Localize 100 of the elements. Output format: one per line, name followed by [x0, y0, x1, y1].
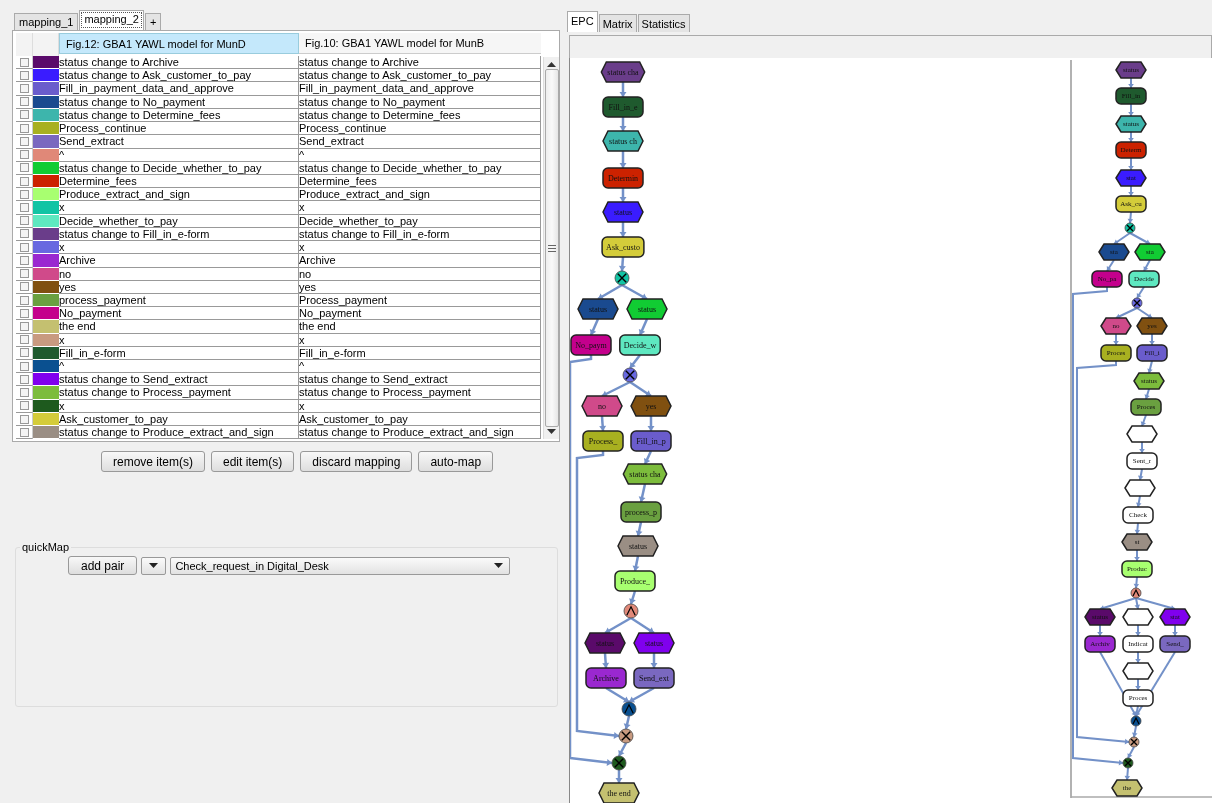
flow-arrow [629, 380, 652, 398]
function-node: Fill_in_p [630, 430, 672, 452]
table-cell: x [299, 241, 541, 255]
event-node: status [577, 298, 619, 320]
row-checkbox[interactable] [19, 269, 29, 279]
table-cell: Fill_in_e-form [299, 346, 541, 361]
grip-icon [547, 244, 556, 252]
row-checkbox[interactable] [19, 150, 29, 160]
row-checkbox[interactable] [19, 97, 29, 107]
row-checkbox[interactable] [19, 335, 29, 345]
row-checkbox[interactable] [19, 189, 29, 199]
dropdown-button[interactable] [141, 556, 167, 575]
row-checkbox[interactable] [19, 57, 29, 67]
row-checkbox[interactable] [19, 136, 29, 146]
row-checkbox[interactable] [19, 308, 29, 318]
table-cell: Process_continue [299, 122, 541, 136]
view-tab[interactable]: EPC [567, 11, 598, 32]
row-checkbox[interactable] [19, 255, 29, 265]
function-node: Archive [585, 667, 627, 689]
row-checkbox[interactable] [19, 374, 29, 384]
action-button[interactable]: edit item(s) [211, 451, 295, 472]
table-cell: status change to Process_payment [59, 386, 299, 400]
xor-connector [622, 367, 638, 383]
row-checkbox[interactable] [19, 70, 29, 80]
table-cell: status change to Fill_in_e-form [59, 227, 299, 242]
add-pair-button[interactable]: add pair [68, 556, 138, 575]
xor-connector [614, 270, 630, 286]
event-node: no [581, 395, 623, 417]
xor-connector [1131, 297, 1143, 309]
xor-connector [611, 755, 627, 771]
table-cell: Decide_whether_to_pay [299, 214, 541, 228]
action-button[interactable]: discard mapping [300, 451, 413, 472]
event-node [1122, 608, 1154, 626]
event-node: status [626, 298, 668, 320]
mapping-tab[interactable]: + [144, 13, 162, 30]
table-cell: status change to Determine_fees [299, 108, 541, 123]
scrollbar[interactable] [543, 57, 559, 439]
table-cell: status change to Process_payment [299, 386, 541, 400]
row-checkbox[interactable] [19, 282, 29, 292]
table-cell: x [299, 333, 541, 347]
row-checkbox[interactable] [19, 229, 29, 239]
function-node: Process_ [582, 430, 624, 452]
row-checkbox[interactable] [19, 84, 29, 94]
table-cell: No_payment [299, 307, 541, 321]
event-node: status [633, 632, 675, 654]
flow-arrow [621, 283, 648, 301]
column-header[interactable]: Fig.10: GBA1 YAWL model for MunB [299, 33, 541, 54]
row-checkbox[interactable] [19, 216, 29, 226]
view-tab[interactable]: Matrix [598, 14, 637, 32]
table-cell: Send_extract [59, 135, 299, 149]
row-checkbox[interactable] [19, 427, 29, 437]
row-checkbox[interactable] [19, 295, 29, 305]
table-cell: Ask_customer_to_pay [299, 412, 541, 427]
row-checkbox[interactable] [19, 322, 29, 331]
scroll-up-icon[interactable] [547, 61, 556, 67]
caret-icon [149, 563, 159, 568]
event-node: status ch [602, 130, 644, 152]
table-cell: the end [299, 320, 541, 334]
event-node: status [602, 201, 644, 223]
row-checkbox[interactable] [19, 123, 29, 133]
row-checkbox[interactable] [19, 361, 29, 371]
function-node: Decide_w [619, 334, 661, 356]
row-checkbox[interactable] [19, 414, 29, 424]
mapping-tab[interactable]: mapping_1 [14, 13, 79, 30]
event-node: yes [630, 395, 672, 417]
row-checkbox[interactable] [19, 388, 29, 398]
mapping-tab[interactable]: mapping_2 [79, 10, 144, 30]
row-checkbox[interactable] [19, 401, 29, 411]
flow-arrow [630, 616, 655, 635]
table-cell: x [59, 241, 299, 255]
table-cell: status change to Decide_whether_to_pay [299, 161, 541, 175]
table-cell: Process_continue [59, 122, 299, 136]
xor-connector [1122, 757, 1134, 769]
scroll-down-icon[interactable] [547, 429, 556, 435]
table-cell: Ask_customer_to_pay [59, 412, 299, 427]
table-cell: Process_payment [299, 293, 541, 308]
xor-connector [1124, 222, 1136, 234]
action-button[interactable]: auto-map [418, 451, 494, 472]
row-checkbox[interactable] [19, 348, 29, 358]
row-checkbox[interactable] [19, 176, 29, 186]
table-cell: Fill_in_e-form [59, 346, 299, 361]
table-cell: ^ [59, 360, 299, 374]
xor-connector [1128, 736, 1140, 748]
column-header[interactable]: Fig.12: GBA1 YAWL model for MunD [59, 33, 299, 54]
table-cell: ^ [299, 148, 541, 162]
table-cell: the end [59, 320, 299, 334]
row-checkbox[interactable] [19, 110, 29, 120]
table-cell: status change to Determine_fees [59, 108, 299, 123]
model-dropdown[interactable]: Check_request_in Digital_Desk [170, 556, 511, 575]
table-cell: x [59, 333, 299, 347]
event-node: status cha [600, 61, 646, 83]
view-tab[interactable]: Statistics [637, 14, 690, 32]
action-button[interactable]: remove item(s) [101, 451, 205, 472]
event-node [1122, 662, 1154, 680]
table-cell: Send_extract [299, 135, 541, 149]
row-checkbox[interactable] [19, 163, 29, 173]
table-cell: Decide_whether_to_pay [59, 214, 299, 228]
row-checkbox[interactable] [19, 242, 29, 252]
table-cell: Archive [59, 254, 299, 268]
row-checkbox[interactable] [19, 203, 29, 212]
